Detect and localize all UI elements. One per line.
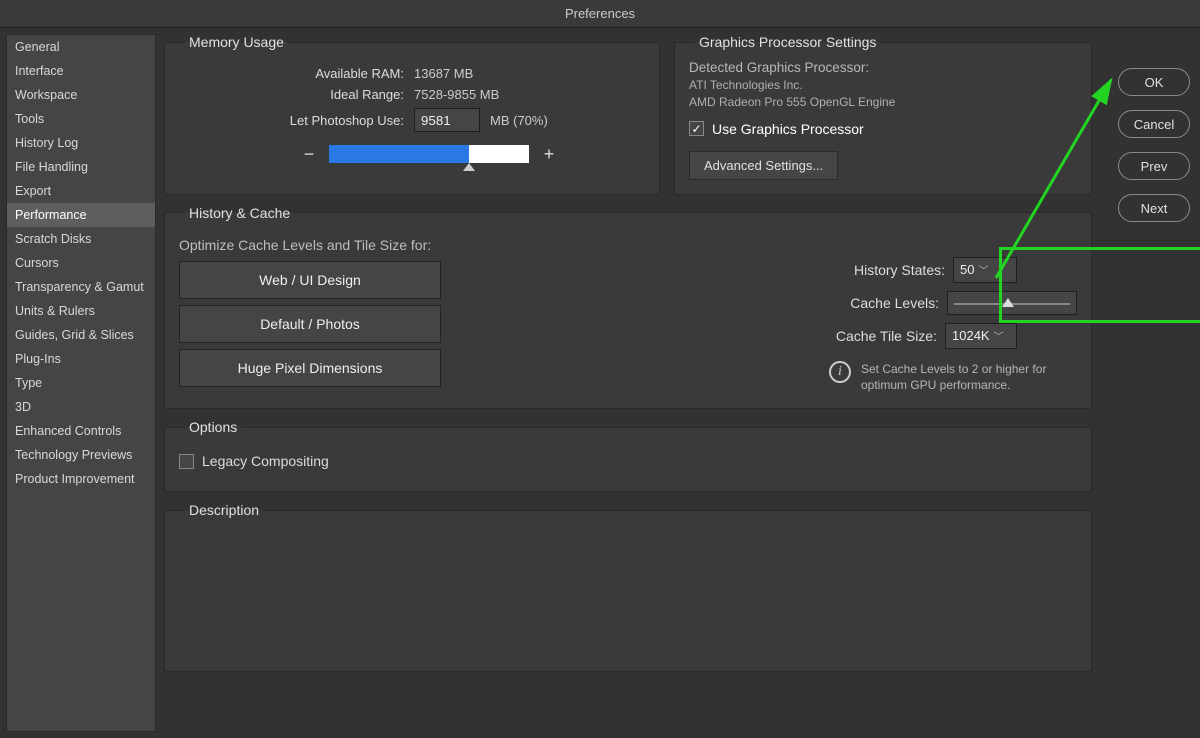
legacy-compositing-checkbox[interactable] [179,454,194,469]
cache-tile-size-value: 1024K [952,328,990,343]
sidebar-item-transparency-gamut[interactable]: Transparency & Gamut [7,275,155,299]
prev-button[interactable]: Prev [1118,152,1190,180]
memory-slider-plus[interactable]: + [539,144,559,164]
sidebar-item-history-log[interactable]: History Log [7,131,155,155]
ok-button[interactable]: OK [1118,68,1190,96]
sidebar-item-workspace[interactable]: Workspace [7,83,155,107]
sidebar-item-export[interactable]: Export [7,179,155,203]
use-gpu-checkbox[interactable] [689,121,704,136]
gpu-settings-legend: Graphics Processor Settings [695,34,880,50]
cache-preset-web-button[interactable]: Web / UI Design [179,261,441,299]
cache-levels-label: Cache Levels: [850,295,939,311]
use-gpu-label: Use Graphics Processor [712,121,864,137]
sidebar-item-interface[interactable]: Interface [7,59,155,83]
memory-slider[interactable] [329,145,529,163]
cache-levels-slider[interactable] [947,291,1077,315]
history-cache-legend: History & Cache [185,205,294,221]
sidebar-item-type[interactable]: Type [7,371,155,395]
sidebar-item-file-handling[interactable]: File Handling [7,155,155,179]
next-button[interactable]: Next [1118,194,1190,222]
sidebar-item-scratch-disks[interactable]: Scratch Disks [7,227,155,251]
sidebar-item-performance[interactable]: Performance [7,203,155,227]
memory-usage-legend: Memory Usage [185,34,288,50]
detected-gpu-label: Detected Graphics Processor: [689,60,1077,75]
sidebar-item-3d[interactable]: 3D [7,395,155,419]
cache-tile-size-label: Cache Tile Size: [836,328,937,344]
available-ram-value: 13687 MB [414,66,473,81]
info-icon: i [829,361,851,383]
history-cache-panel: History & Cache Optimize Cache Levels an… [164,205,1092,410]
sidebar-item-tools[interactable]: Tools [7,107,155,131]
history-states-label: History States: [854,262,945,278]
sidebar-item-product-improvement[interactable]: Product Improvement [7,467,155,491]
memory-slider-minus[interactable]: − [299,144,319,164]
chevron-down-icon: ﹀ [994,328,1004,343]
sidebar-item-enhanced-controls[interactable]: Enhanced Controls [7,419,155,443]
options-legend: Options [185,419,241,435]
options-panel: Options Legacy Compositing [164,419,1092,492]
let-photoshop-use-label: Let Photoshop Use: [179,113,404,128]
ideal-range-label: Ideal Range: [179,87,404,102]
description-legend: Description [185,502,263,518]
sidebar-item-units-rulers[interactable]: Units & Rulers [7,299,155,323]
cache-preset-default-button[interactable]: Default / Photos [179,305,441,343]
legacy-compositing-label: Legacy Compositing [202,453,329,469]
dialog-buttons: OK Cancel Prev Next [1118,68,1190,222]
chevron-down-icon: ﹀ [978,262,988,277]
cache-tile-size-select[interactable]: 1024K ﹀ [945,323,1017,349]
let-photoshop-use-unit: MB (70%) [490,113,548,128]
sidebar-item-guides-grid-slices[interactable]: Guides, Grid & Slices [7,323,155,347]
history-states-value: 50 [960,262,974,277]
sidebar-item-technology-previews[interactable]: Technology Previews [7,443,155,467]
advanced-settings-button[interactable]: Advanced Settings... [689,151,838,180]
ideal-range-value: 7528-9855 MB [414,87,499,102]
preferences-sidebar: GeneralInterfaceWorkspaceToolsHistory Lo… [6,34,156,732]
cache-preset-huge-button[interactable]: Huge Pixel Dimensions [179,349,441,387]
sidebar-item-plug-ins[interactable]: Plug-Ins [7,347,155,371]
cancel-button[interactable]: Cancel [1118,110,1190,138]
optimize-cache-label: Optimize Cache Levels and Tile Size for: [179,237,659,253]
gpu-settings-panel: Graphics Processor Settings Detected Gra… [674,34,1092,195]
history-states-select[interactable]: 50 ﹀ [953,257,1017,283]
window-title: Preferences [0,0,1200,28]
sidebar-item-general[interactable]: General [7,35,155,59]
cache-info-text: Set Cache Levels to 2 or higher for opti… [861,361,1071,395]
sidebar-item-cursors[interactable]: Cursors [7,251,155,275]
description-panel: Description [164,502,1092,672]
available-ram-label: Available RAM: [179,66,404,81]
let-photoshop-use-input[interactable] [414,108,480,132]
gpu-vendor: ATI Technologies Inc. [689,77,1077,94]
memory-usage-panel: Memory Usage Available RAM: 13687 MB Ide… [164,34,660,195]
gpu-model: AMD Radeon Pro 555 OpenGL Engine [689,94,1077,111]
